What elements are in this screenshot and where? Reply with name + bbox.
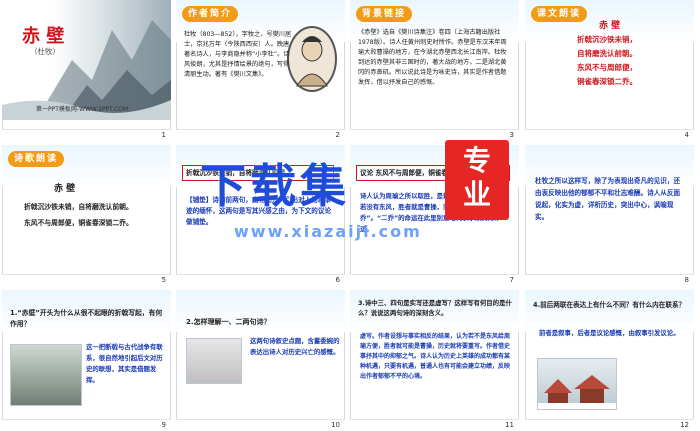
slide-thumbnail-10[interactable]: 2.怎样理解一、二两句诗？ 这两句诗叙史点题，含蓄委婉的表达出诗人对历史兴亡的感…: [176, 290, 345, 430]
slide-number: 4: [684, 131, 689, 139]
answer-text: 前者是叙事，后者是议论感慨，由叙事引发议论。: [539, 329, 680, 337]
poem-line-1: 折戟沉沙铁未销，自将磨洗认前朝。: [24, 203, 133, 211]
slide-thumbnail-1[interactable]: 赤 壁 （杜牧） 第一PPT模板网-WWW.1PPT.COM 1: [2, 0, 171, 140]
watermark-overlay: 下载集 专 业 www.xiazaiji.com: [200, 140, 509, 280]
watermark-big-text: 下载集: [200, 159, 350, 213]
question-text: 1.“赤壁”开头为什么从很不起眼的折戟写起，有何作用？: [10, 309, 163, 328]
poem-line-2: 东风不与周郎便，铜雀春深锁二乔。: [24, 219, 133, 227]
section-tag: 诗歌朗读: [8, 151, 65, 167]
section-tag: 背景链接: [356, 6, 413, 22]
landscape-painting: [2, 0, 171, 120]
slide-thumbnail-12[interactable]: 4.前后两联在表达上有什么不同？有什么内在联系？ 前者是叙事，后者是议论感慨，由…: [525, 290, 694, 430]
author-bio: 杜牧（803—852），字牧之，号樊川居士，京兆万年（今陕西西安）人。晚唐著名诗…: [184, 31, 292, 78]
badge-line-1: 专: [462, 144, 491, 177]
answer-text: 这两句诗叙史点题，含蓄委婉的表达出诗人对历史兴亡的感慨。: [250, 337, 340, 356]
slide-number: 12: [680, 421, 689, 429]
watermark-badge: 专 业: [445, 140, 509, 220]
poem-line-3: 东风不与周郎便，: [577, 63, 637, 72]
snow-pavilion-image: [537, 358, 617, 410]
slide-number: 1: [161, 131, 166, 139]
slide-thumbnail-9[interactable]: 1.“赤壁”开头为什么从很不起眼的折戟写起，有何作用？ 这一把断戟与古代战争有联…: [2, 290, 171, 430]
slide-number: 8: [684, 276, 689, 284]
watermark-url: www.xiazaiji.com: [234, 222, 422, 241]
slide-thumbnail-11[interactable]: 3.诗中三、四句是实写还是虚写？这样写有何目的是什么？说说这两句诗的深刻含义。 …: [350, 290, 519, 430]
question-text: 4.前后两联在表达上有什么不同？有什么内在联系？: [533, 301, 686, 309]
ink-painting-image: [10, 344, 82, 406]
badge-line-2: 业: [462, 178, 491, 211]
question-text: 2.怎样理解一、二两句诗？: [186, 318, 271, 326]
watermark-text: 第一PPT模板网-WWW.1PPT.COM: [36, 106, 129, 113]
poem-line-4: 铜雀春深锁二乔。: [577, 77, 637, 86]
answer-text: 虚写。作者设想与事实相反的结果，认为若不是东风给周瑜方便，胜者就可能是曹操，历史…: [360, 333, 511, 380]
commentary-text: 杜牧之所以这样写，除了为表现出奇凡的见识，还由衷反映出他的郁郁不平和壮志难酬。诗…: [535, 177, 681, 221]
slide-thumbnail-8[interactable]: 杜牧之所以这样写，除了为表现出奇凡的见识，还由衷反映出他的郁郁不平和壮志难酬。诗…: [525, 145, 694, 285]
answer-text: 这一把断戟与古代战争有联系，很自然地引起后文对历史的联想，其实是借题发挥。: [86, 343, 163, 384]
slide-number: 10: [331, 421, 340, 429]
slide-thumbnail-4[interactable]: 课文朗读 赤 壁 折戟沉沙铁未销， 自将磨洗认前朝。 东风不与周郎便， 铜雀春深…: [525, 0, 694, 140]
slide-number: 5: [161, 276, 166, 284]
poem-title: 赤 壁: [599, 21, 621, 31]
section-tag: 课文朗读: [531, 6, 588, 22]
poem-line-2: 自将磨洗认前朝。: [577, 49, 637, 58]
slide-subtitle: （杜牧）: [30, 47, 60, 56]
section-tag: 作者简介: [182, 6, 239, 22]
slide-thumbnail-2[interactable]: 作者简介 杜牧（803—852），字牧之，号樊川居士，京兆万年（今陕西西安）人。…: [176, 0, 345, 140]
slide-thumbnail-5[interactable]: 诗歌朗读 赤 壁 折戟沉沙铁未销，自将磨洗认前朝。 东风不与周郎便，铜雀春深锁二…: [2, 145, 171, 285]
poem-title: 赤 壁: [54, 184, 76, 194]
slide-number: 11: [505, 421, 514, 429]
relic-image: [186, 338, 242, 384]
poem-line-1: 折戟沉沙铁未销，: [577, 35, 637, 44]
slide-number: 9: [161, 421, 166, 429]
slide-title: 赤 壁: [22, 26, 65, 47]
slide-number: 7: [509, 276, 514, 284]
slide-thumbnail-3[interactable]: 背景链接 《赤壁》选自《樊川诗集注》卷四（上海古籍出版社1978版）。诗人任黄州…: [350, 0, 519, 140]
background-text: 《赤壁》选自《樊川诗集注》卷四（上海古籍出版社1978版）。诗人任黄州刺史时所作…: [358, 29, 507, 86]
slide-number: 2: [335, 131, 340, 139]
slide-number: 3: [509, 131, 514, 139]
author-portrait-icon: [287, 26, 337, 92]
question-text: 3.诗中三、四句是实写还是虚写？这样写有何目的是什么？说说这两句诗的深刻含义。: [358, 299, 512, 317]
